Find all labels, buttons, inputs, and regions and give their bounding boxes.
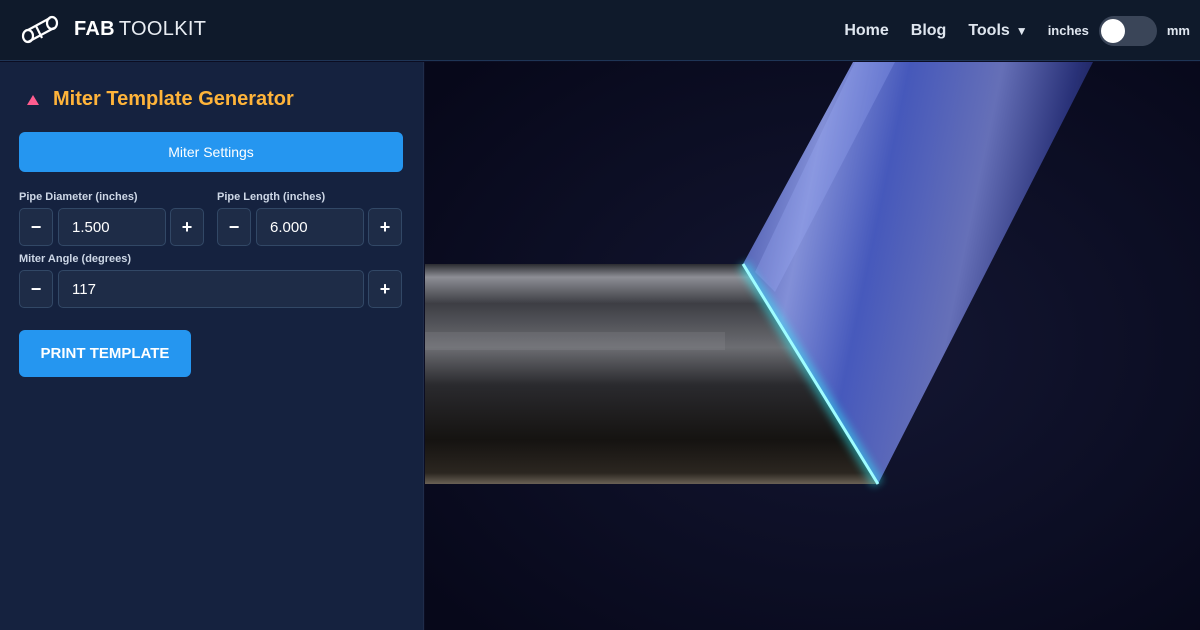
- pipe-length-label: Pipe Length (inches): [217, 191, 326, 203]
- pipe-diameter-increment-button[interactable]: +: [170, 208, 204, 246]
- toggle-knob: [1100, 18, 1125, 43]
- main-nav: Home Blog Tools ▼ inches mm: [844, 0, 1190, 61]
- brand-name: FAB TOOLKIT: [74, 18, 206, 41]
- pipe-diameter-input[interactable]: 1.500: [58, 208, 166, 246]
- top-bar: FAB TOOLKIT Home Blog Tools ▼ inches mm: [0, 0, 1200, 61]
- units-inches-label: inches: [1047, 23, 1089, 38]
- nav-blog[interactable]: Blog: [911, 22, 947, 40]
- pipe-3d-viewport[interactable]: [425, 62, 1200, 630]
- units-mm-label: mm: [1166, 23, 1190, 38]
- pipe-length-increment-button[interactable]: +: [368, 208, 402, 246]
- panel-title: Miter Template Generator: [53, 88, 294, 110]
- miter-angle-decrement-button[interactable]: −: [19, 270, 53, 308]
- print-template-button[interactable]: PRINT TEMPLATE: [19, 330, 191, 377]
- caret-down-icon: ▼: [1015, 23, 1028, 38]
- nav-tools[interactable]: Tools ▼: [968, 22, 1027, 40]
- units-toggle[interactable]: [1098, 15, 1157, 46]
- pipe-length-input[interactable]: 6.000: [256, 208, 364, 246]
- logo[interactable]: FAB TOOLKIT: [20, 14, 206, 44]
- brand-bold: FAB: [74, 17, 115, 40]
- miter-angle-increment-button[interactable]: +: [368, 270, 402, 308]
- panel-header[interactable]: Miter Template Generator: [27, 88, 294, 111]
- pipe-render: [425, 62, 1200, 630]
- brand-light: TOOLKIT: [118, 17, 207, 40]
- triangle-up-icon: [27, 94, 39, 105]
- settings-panel: Miter Template Generator Miter Settings …: [0, 62, 424, 630]
- pipe-diameter-label: Pipe Diameter (inches): [19, 191, 138, 203]
- pipe-diameter-decrement-button[interactable]: −: [19, 208, 53, 246]
- miter-angle-input[interactable]: 117: [58, 270, 364, 308]
- nav-home[interactable]: Home: [844, 22, 888, 40]
- pipe-tool-icon: [20, 14, 60, 44]
- pipe-length-decrement-button[interactable]: −: [217, 208, 251, 246]
- nav-tools-label: Tools: [968, 21, 1010, 39]
- miter-settings-button[interactable]: Miter Settings: [19, 132, 403, 172]
- miter-angle-label: Miter Angle (degrees): [19, 253, 132, 265]
